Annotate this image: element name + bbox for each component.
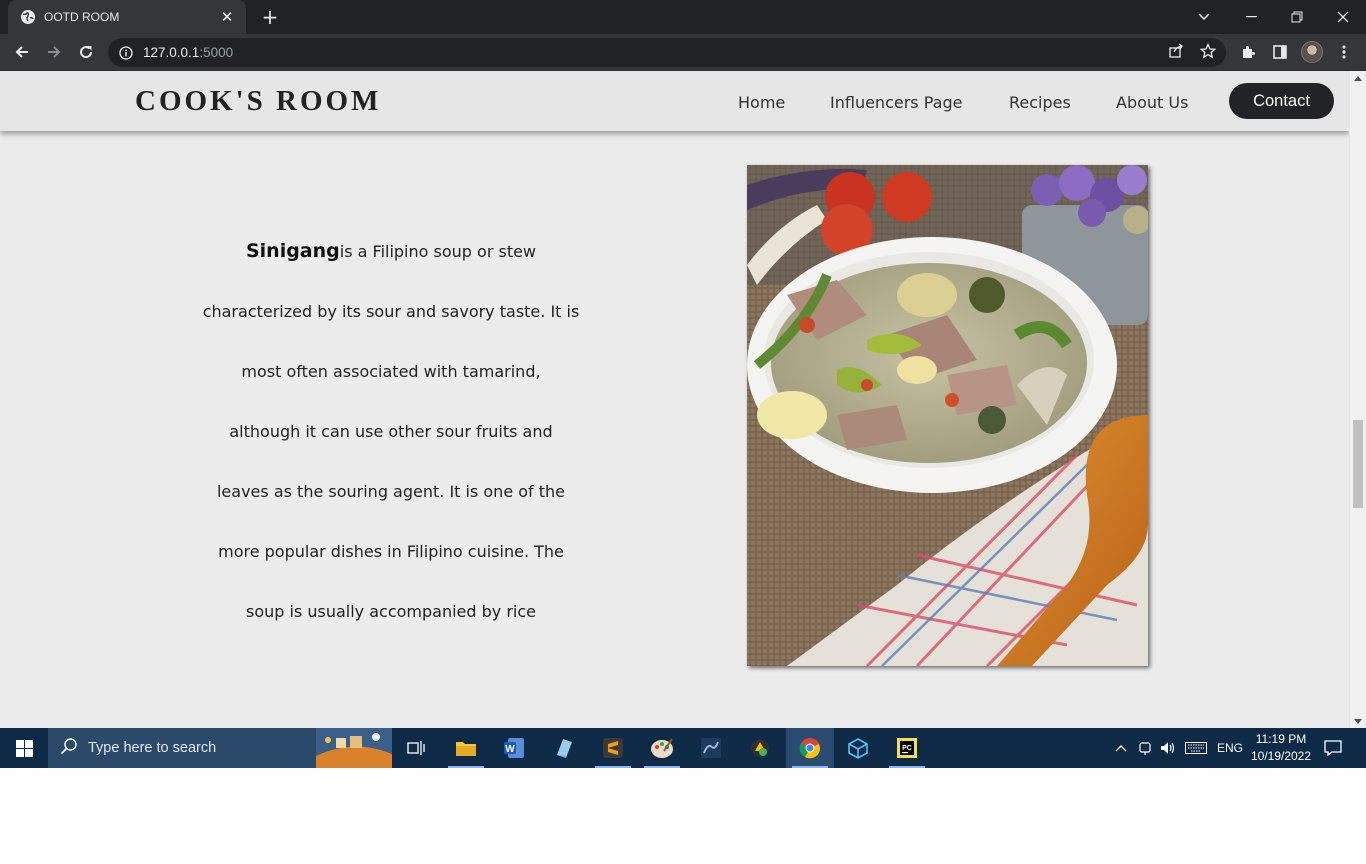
volume-icon[interactable]: [1158, 728, 1178, 768]
minimize-button[interactable]: [1228, 0, 1274, 34]
recipe-name: Sinigang: [245, 240, 340, 262]
url-text: 127.0.0.1:5000: [143, 45, 233, 60]
blank-area-below-screen: [0, 768, 1366, 864]
clock-date: 10/19/2022: [1250, 749, 1312, 763]
search-placeholder: Type here to search: [88, 740, 217, 756]
side-panel-icon[interactable]: [1267, 39, 1293, 65]
language-indicator[interactable]: ENG: [1214, 728, 1246, 768]
3d-viewer-icon[interactable]: [834, 728, 882, 768]
taskbar-clock[interactable]: 11:19 PM 10/19/2022: [1248, 731, 1314, 765]
profile-avatar[interactable]: [1299, 39, 1325, 65]
description-line: although it can use other sour fruits an…: [229, 422, 553, 441]
site-info-icon[interactable]: [118, 45, 134, 61]
notes-app-icon[interactable]: [540, 728, 588, 768]
clock-time: 11:19 PM: [1255, 732, 1307, 746]
browser-toolbar: 127.0.0.1:5000: [0, 34, 1366, 71]
tab-search-icon[interactable]: [1181, 0, 1227, 34]
sublime-text-icon[interactable]: [589, 728, 637, 768]
recipe-description: Sinigangis a Filipino soup or stew chara…: [190, 221, 592, 642]
svg-text:PC: PC: [902, 745, 912, 752]
search-highlight-image: [316, 728, 392, 768]
pycharm-icon[interactable]: PC: [883, 728, 931, 768]
chrome-icon[interactable]: [786, 728, 834, 768]
description-line: Sinigangis a Filipino soup or stew: [190, 221, 592, 282]
globe-icon: [20, 9, 36, 25]
new-tab-button[interactable]: +: [258, 5, 282, 29]
word-icon[interactable]: W: [490, 728, 538, 768]
show-hidden-icons-chevron-icon[interactable]: [1111, 728, 1131, 768]
page-scrollbar[interactable]: [1349, 71, 1366, 728]
back-arrow-icon[interactable]: [9, 39, 35, 65]
task-view-icon[interactable]: [392, 728, 440, 768]
nav-link-recipes[interactable]: Recipes: [1009, 93, 1071, 112]
scroll-down-icon[interactable]: [1350, 714, 1366, 728]
nav-link-about-us[interactable]: About Us: [1116, 93, 1188, 112]
site-logo[interactable]: COOK'S ROOM: [135, 85, 381, 118]
search-icon: [60, 737, 78, 759]
tab-title: OOTD ROOM: [44, 10, 120, 24]
scrollbar-thumb[interactable]: [1353, 420, 1363, 508]
description-line: characterized by its sour and savory tas…: [202, 302, 580, 321]
address-bar[interactable]: 127.0.0.1:5000: [108, 38, 1226, 67]
description-line: soup is usually accompanied by rice: [245, 602, 537, 621]
description-text: is a Filipino soup or stew: [339, 242, 537, 261]
svg-text:W: W: [505, 744, 515, 755]
windows-taskbar: Type here to search W PC ENG 11:19 PM 10…: [0, 728, 1366, 768]
nav-link-influencers[interactable]: Influencers Page: [830, 93, 962, 112]
browser-tab[interactable]: OOTD ROOM ✕: [8, 0, 246, 34]
browser-tab-strip: OOTD ROOM ✕ +: [0, 0, 1366, 34]
paint-icon[interactable]: [638, 728, 686, 768]
sinigang-photo: [747, 165, 1148, 666]
meet-now-icon[interactable]: [1135, 728, 1155, 768]
reload-icon[interactable]: [73, 39, 99, 65]
taskbar-search-box[interactable]: Type here to search: [48, 728, 392, 768]
site-header: COOK'S ROOM Home Influencers Page Recipe…: [0, 71, 1349, 131]
keyboard-icon[interactable]: [1182, 728, 1210, 768]
share-icon[interactable]: [1165, 40, 1187, 62]
forward-arrow-icon[interactable]: [41, 39, 67, 65]
toolbox-app-icon[interactable]: [736, 728, 784, 768]
windows-start-icon[interactable]: [0, 728, 48, 768]
restore-button[interactable]: [1274, 0, 1320, 34]
nav-link-home[interactable]: Home: [738, 93, 785, 112]
description-line: more popular dishes in Filipino cuisine.…: [218, 542, 564, 561]
browser-menu-icon[interactable]: [1331, 39, 1357, 65]
extensions-puzzle-icon[interactable]: [1235, 39, 1261, 65]
bookmark-star-icon[interactable]: [1197, 40, 1219, 62]
url-port: :5000: [199, 45, 234, 60]
url-host: 127.0.0.1: [143, 45, 200, 60]
contact-button[interactable]: Contact: [1229, 83, 1334, 119]
mysql-workbench-icon[interactable]: [687, 728, 735, 768]
description-line: most often associated with tamarind,: [241, 362, 541, 381]
file-explorer-icon[interactable]: [442, 728, 490, 768]
scroll-up-icon[interactable]: [1350, 71, 1366, 85]
close-tab-icon[interactable]: ✕: [218, 8, 236, 26]
close-window-button[interactable]: [1320, 0, 1366, 34]
notifications-icon[interactable]: [1320, 728, 1346, 768]
description-line: leaves as the souring agent. It is one o…: [216, 482, 566, 501]
page-viewport: COOK'S ROOM Home Influencers Page Recipe…: [0, 71, 1366, 728]
